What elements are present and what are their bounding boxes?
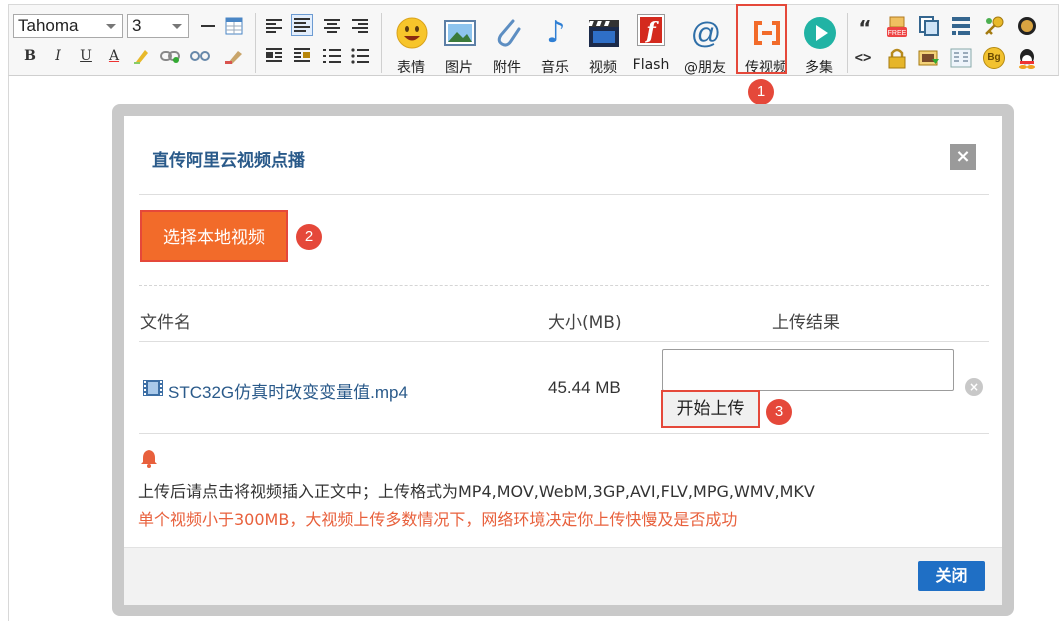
emoji-icon [396, 17, 428, 49]
font-size-value: 3 [132, 16, 142, 35]
music-icon: ♪ [546, 15, 566, 50]
video-button[interactable]: 视频 [579, 11, 627, 76]
coin-icon[interactable] [1016, 15, 1038, 37]
lock-icon[interactable] [886, 47, 908, 69]
horizontal-rule-icon[interactable] [197, 15, 219, 37]
divider [139, 194, 989, 195]
attachment-icon [497, 19, 521, 47]
upload-video-dialog: 直传阿里云视频点播 × 选择本地视频 2 文件名 大小(MB) 上传结果 STC… [124, 116, 1002, 605]
divider [139, 341, 989, 342]
divider [139, 285, 989, 286]
upload-warning: 单个视频小于300MB，大视频上传多数情况下，网络环境决定你上传快慢及是否成功 [138, 510, 738, 529]
chevron-down-icon [172, 24, 182, 29]
dialog-title: 直传阿里云视频点播 [152, 151, 305, 171]
font-size-select[interactable]: 3 [127, 14, 189, 38]
attachment-button[interactable]: 附件 [483, 11, 531, 76]
key-icon[interactable] [983, 15, 1005, 37]
indent-right-icon[interactable] [291, 45, 313, 67]
highlight-icon[interactable] [131, 45, 153, 67]
image-button[interactable]: 图片 [435, 11, 483, 76]
qq-icon[interactable] [1016, 47, 1038, 69]
toolbar-separator [255, 13, 256, 73]
at-icon: @ [690, 17, 722, 50]
remove-file-icon[interactable]: × [965, 378, 983, 396]
align-center-active-icon[interactable] [291, 14, 313, 36]
column-header-size: 大小(MB) [548, 313, 622, 333]
divider [139, 433, 989, 434]
close-button[interactable]: 关闭 [918, 561, 985, 591]
mention-button-label: @朋友 [684, 60, 726, 76]
indent-left-icon[interactable] [263, 45, 285, 67]
bold-icon[interactable]: B [19, 45, 41, 67]
video-file-icon [143, 380, 163, 396]
column-header-file: 文件名 [140, 313, 191, 333]
play-icon [804, 17, 836, 49]
free-icon[interactable]: FREE [886, 15, 908, 37]
editor-toolbar: Tahoma 3 B I U A 表情 图片 附件 ♪ 音乐 视频 f Flas… [8, 4, 1059, 105]
align-center-icon[interactable] [321, 15, 343, 37]
link-icon[interactable] [159, 45, 181, 67]
annotation-badge-3: 3 [766, 399, 792, 425]
toolbar-separator [847, 13, 848, 73]
code-icon[interactable]: <> [852, 47, 874, 69]
free-label: FREE [888, 30, 907, 37]
clear-format-icon[interactable] [223, 45, 245, 67]
annotation-badge-2: 2 [296, 224, 322, 250]
music-button[interactable]: ♪ 音乐 [531, 11, 579, 76]
bg-icon[interactable]: Bg [983, 47, 1005, 69]
start-upload-button[interactable]: 开始上传 [661, 390, 760, 428]
underline-icon[interactable]: U [75, 45, 97, 67]
close-icon[interactable]: × [950, 144, 976, 170]
unordered-list-icon[interactable] [349, 45, 371, 67]
upload-instructions: 上传后请点击将视频插入正文中；上传格式为MP4,MOV,WebM,3GP,AVI… [138, 482, 815, 501]
italic-icon[interactable]: I [47, 45, 69, 67]
chevron-down-icon [106, 24, 116, 29]
columns-icon[interactable] [950, 47, 972, 69]
column-header-result: 上传结果 [772, 313, 840, 333]
insert-table-icon[interactable] [223, 15, 245, 37]
image-icon [444, 20, 476, 46]
unlink-icon[interactable] [189, 45, 211, 67]
font-family-value: Tahoma [18, 16, 79, 35]
ordered-list-icon[interactable] [321, 45, 343, 67]
download-icon[interactable] [918, 47, 940, 69]
align-left-icon[interactable] [263, 15, 285, 37]
bell-icon [141, 450, 157, 468]
dialog-footer: 关闭 [124, 547, 1002, 605]
video-icon [587, 20, 619, 47]
quote-icon[interactable]: “ [854, 17, 876, 39]
font-family-select[interactable]: Tahoma [13, 14, 123, 38]
mention-button[interactable]: @ @朋友 [681, 11, 729, 76]
copy-icon[interactable] [918, 15, 940, 37]
upload-result-field[interactable] [662, 349, 954, 391]
choose-local-video-button[interactable]: 选择本地视频 [140, 210, 288, 262]
emoji-button[interactable]: 表情 [387, 11, 435, 76]
flash-button[interactable]: f Flash [627, 11, 675, 75]
multi-episode-button[interactable]: 多集 [795, 11, 843, 76]
font-color-icon[interactable]: A [103, 45, 125, 67]
file-name-link[interactable]: STC32G仿真时改变变量值.mp4 [168, 378, 408, 403]
flash-icon: f [638, 15, 664, 45]
align-right-icon[interactable] [349, 15, 371, 37]
annotation-highlight-1 [736, 4, 787, 74]
table-icon[interactable] [950, 15, 972, 37]
flash-button-label: Flash [632, 57, 670, 73]
multi-episode-button-label: 多集 [805, 60, 833, 76]
file-size: 45.44 MB [548, 378, 621, 397]
